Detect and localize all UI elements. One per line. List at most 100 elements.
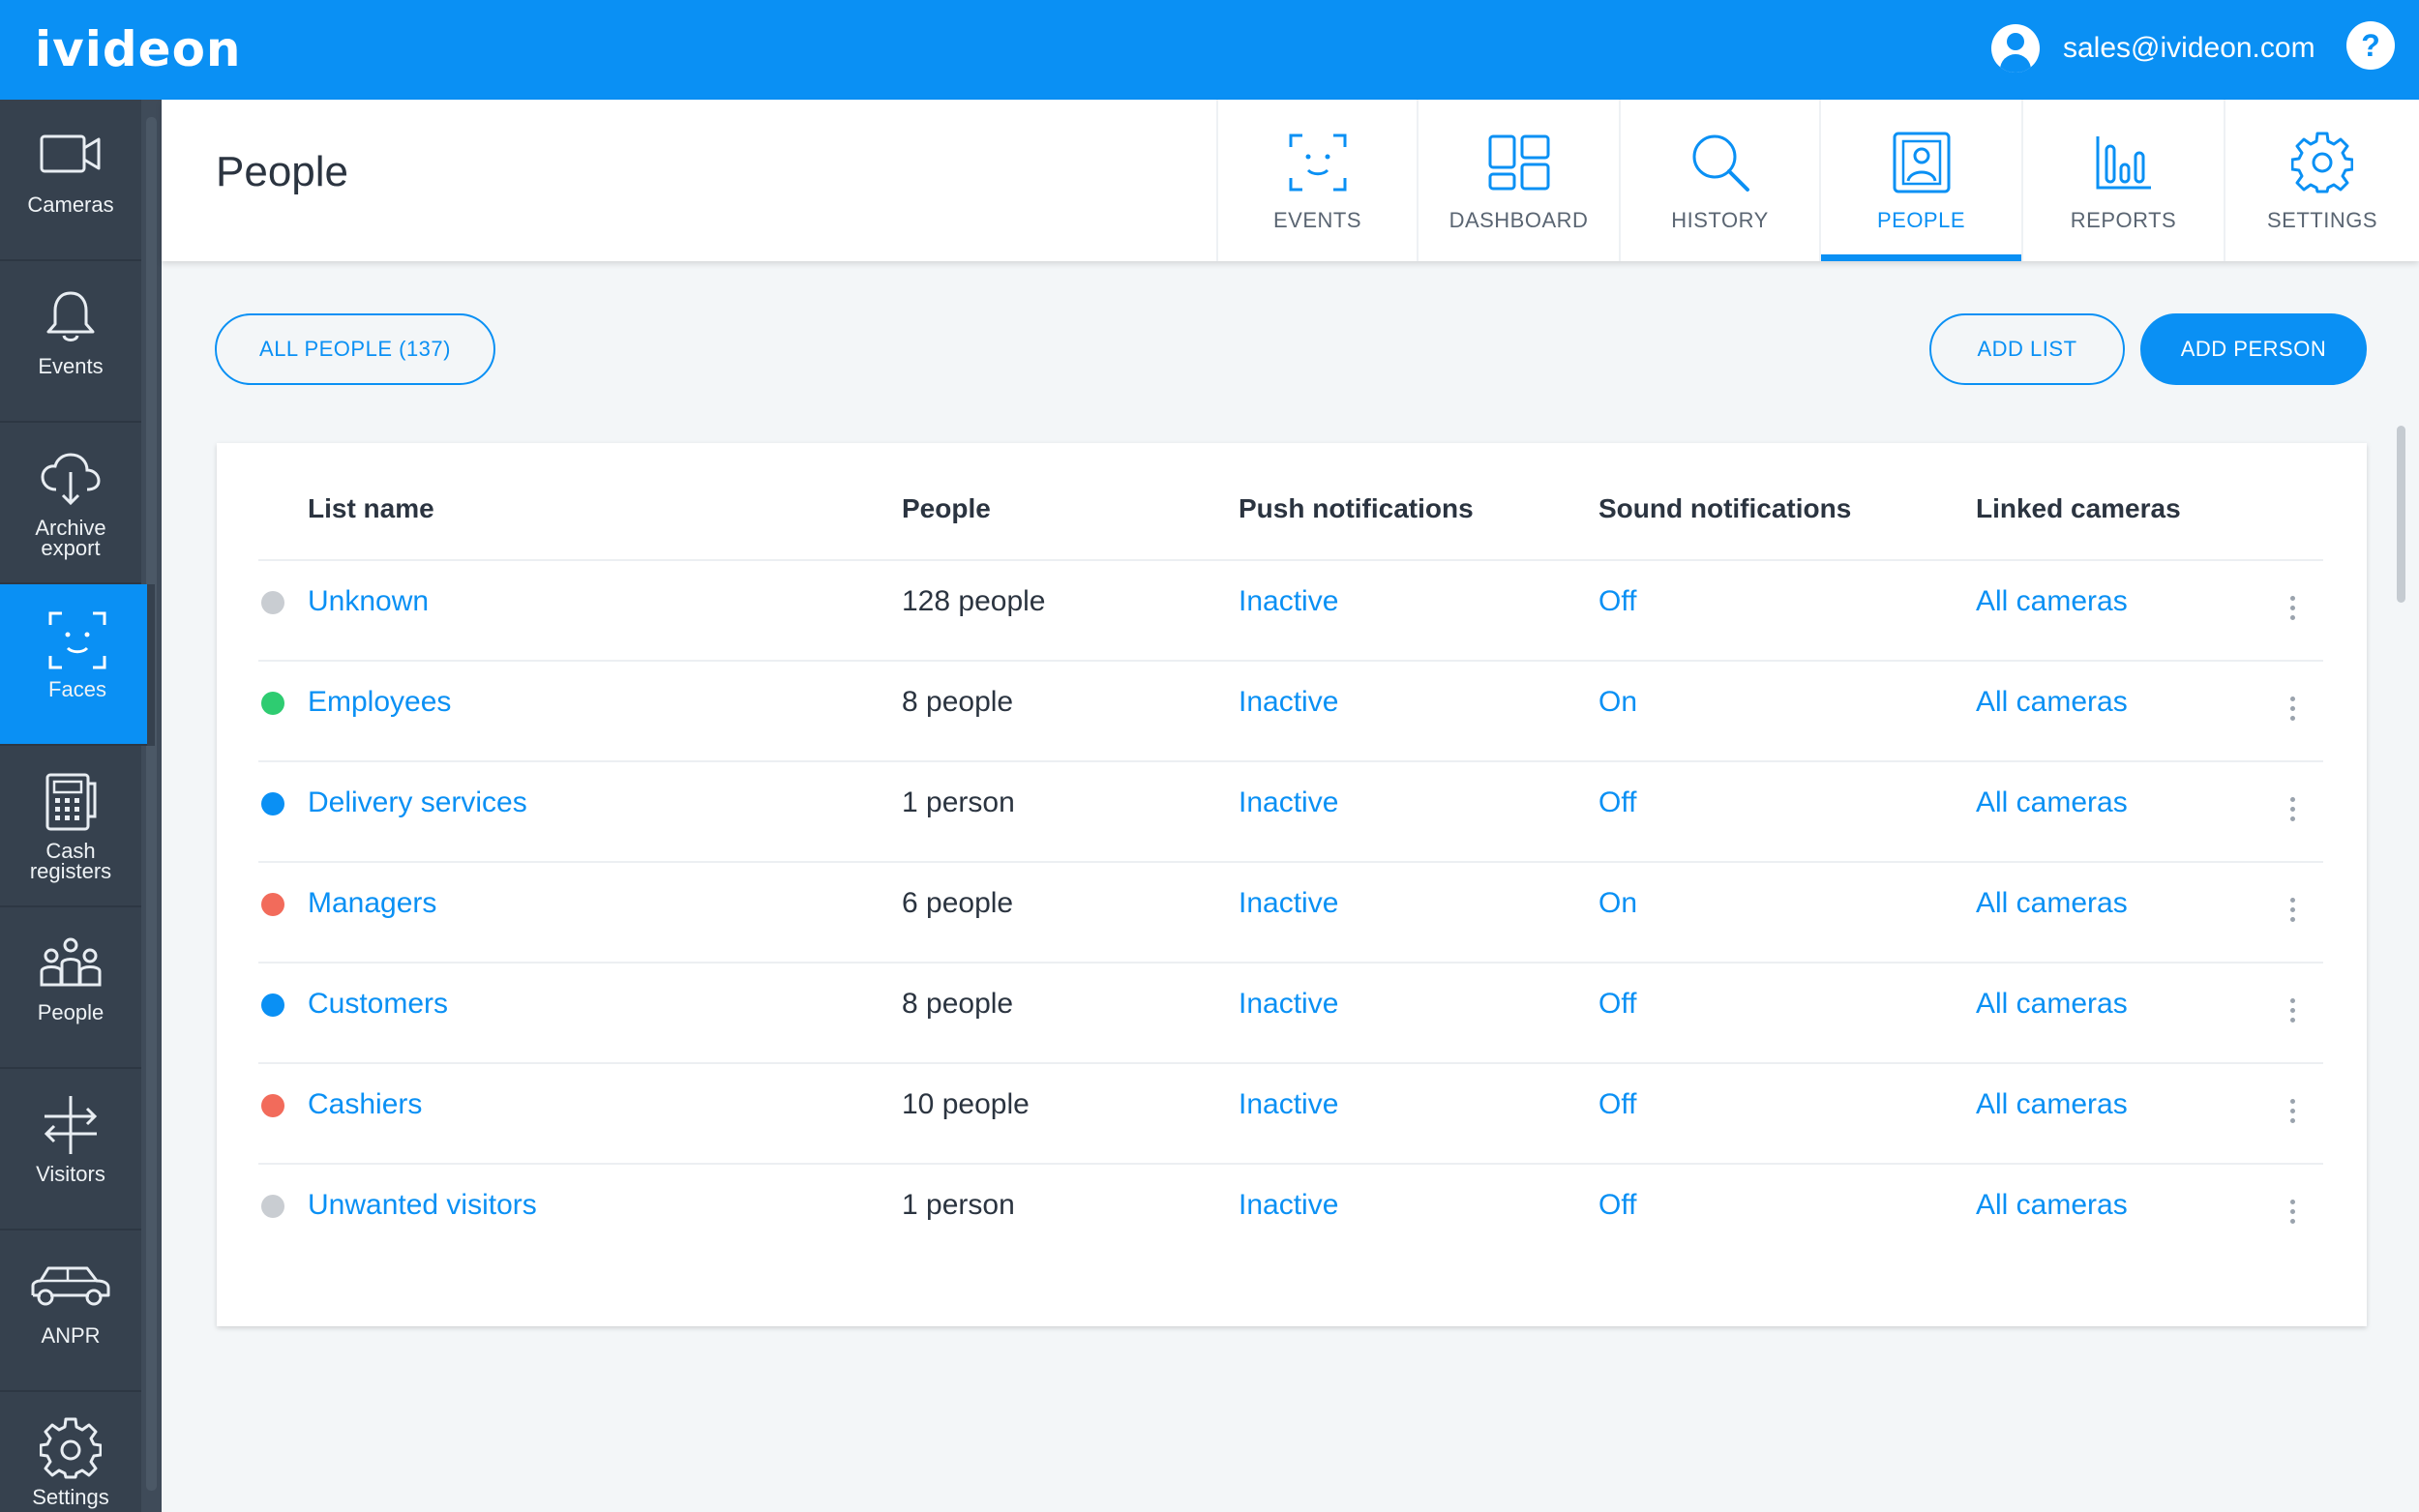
tab-label: REPORTS: [2070, 208, 2177, 232]
sound-notifications-link[interactable]: On: [1598, 686, 1637, 719]
push-notifications-link[interactable]: Inactive: [1239, 585, 1338, 618]
linked-cameras-link[interactable]: All cameras: [1976, 1088, 2128, 1121]
sound-notifications-link[interactable]: On: [1598, 887, 1637, 920]
sound-notifications-link[interactable]: Off: [1598, 786, 1636, 819]
row-more-icon[interactable]: [2283, 1099, 2302, 1126]
gear-icon: [2291, 129, 2353, 196]
ivideon-logo[interactable]: ivideon: [35, 21, 242, 77]
sidebar-item-label: People: [37, 1000, 105, 1024]
sound-notifications-link[interactable]: Off: [1598, 988, 1636, 1021]
list-name-link[interactable]: Managers: [308, 887, 436, 920]
sidebar-item-label: Cameras: [27, 193, 114, 217]
all-people-button[interactable]: ALL PEOPLE (137): [215, 313, 495, 385]
list-color-dot: [261, 792, 284, 815]
table-row[interactable]: Customers 8 people Inactive Off All cameras: [258, 962, 2323, 1062]
push-notifications-link[interactable]: Inactive: [1239, 786, 1338, 819]
table-row[interactable]: Delivery services 1 person Inactive Off All …: [258, 760, 2323, 861]
user-avatar-icon[interactable]: [1991, 24, 2040, 73]
lists-table: List name People Push notifications Soun…: [217, 443, 2367, 1326]
sound-notifications-link[interactable]: Off: [1598, 1189, 1636, 1222]
sidebar-item-cash-registers[interactable]: Cash registers: [0, 746, 141, 907]
sidebar-item-label: Cash registers: [29, 839, 112, 883]
person-card-icon: [1892, 129, 1952, 196]
column-header-list-name[interactable]: List name: [308, 493, 434, 524]
tab-settings[interactable]: SETTINGS: [2224, 100, 2419, 261]
tab-label: EVENTS: [1272, 208, 1362, 232]
table-row[interactable]: Managers 6 people Inactive On All cameras: [258, 861, 2323, 962]
tab-reports[interactable]: REPORTS: [2021, 100, 2224, 261]
tab-history[interactable]: HISTORY: [1619, 100, 1819, 261]
add-list-button[interactable]: ADD LIST: [1929, 313, 2125, 385]
list-name-link[interactable]: Unknown: [308, 585, 429, 618]
push-notifications-link[interactable]: Inactive: [1239, 1189, 1338, 1222]
table-row[interactable]: Employees 8 people Inactive On All cameras: [258, 660, 2323, 760]
tab-label: HISTORY: [1671, 208, 1769, 232]
row-more-icon[interactable]: [2283, 797, 2302, 824]
sidebar-scrollbar[interactable]: [141, 100, 162, 1512]
tab-dashboard[interactable]: DASHBOARD: [1417, 100, 1619, 261]
row-more-icon[interactable]: [2283, 898, 2302, 925]
row-more-icon[interactable]: [2283, 1200, 2302, 1227]
column-header-people[interactable]: People: [902, 493, 991, 524]
tab-label: PEOPLE: [1876, 208, 1966, 232]
sidebar-item-anpr[interactable]: ANPR: [0, 1230, 141, 1392]
push-notifications-link[interactable]: Inactive: [1239, 1088, 1338, 1121]
list-name-link[interactable]: Cashiers: [308, 1088, 422, 1121]
row-more-icon[interactable]: [2283, 998, 2302, 1025]
linked-cameras-link[interactable]: All cameras: [1976, 988, 2128, 1021]
list-name-link[interactable]: Customers: [308, 988, 448, 1021]
linked-cameras-link[interactable]: All cameras: [1976, 887, 2128, 920]
account-email[interactable]: sales@ivideon.com: [2063, 32, 2315, 65]
column-header-sound-notifications[interactable]: Sound notifications: [1598, 493, 1851, 524]
table-row[interactable]: Unknown 128 people Inactive Off All cameras: [258, 559, 2323, 660]
sidebar-item-label: Settings: [32, 1485, 109, 1509]
page-header: People EVENTS DASHBOARD HISTORY PEOPLE R…: [162, 100, 2419, 261]
tab-events[interactable]: EVENTS: [1216, 100, 1417, 261]
sidebar-item-people[interactable]: People: [0, 907, 141, 1069]
page-scrollbar[interactable]: [2397, 426, 2405, 603]
row-more-icon[interactable]: [2283, 596, 2302, 623]
linked-cameras-link[interactable]: All cameras: [1976, 686, 2128, 719]
linked-cameras-link[interactable]: All cameras: [1976, 786, 2128, 819]
sidebar-item-events[interactable]: Events: [0, 261, 141, 423]
people-icon: [37, 934, 105, 993]
list-color-dot: [261, 591, 284, 614]
dashboard-icon: [1487, 129, 1551, 196]
people-count: 8 people: [902, 686, 1014, 718]
list-name-link[interactable]: Employees: [308, 686, 451, 719]
push-notifications-link[interactable]: Inactive: [1239, 686, 1338, 719]
linked-cameras-link[interactable]: All cameras: [1976, 1189, 2128, 1222]
list-color-dot: [261, 1094, 284, 1117]
linked-cameras-link[interactable]: All cameras: [1976, 585, 2128, 618]
cloud-download-icon: [39, 450, 103, 508]
sidebar-item-cameras[interactable]: Cameras: [0, 100, 141, 261]
column-header-linked-cameras[interactable]: Linked cameras: [1976, 493, 2181, 524]
sidebar-item-settings[interactable]: Settings: [0, 1392, 141, 1512]
face-icon: [46, 611, 108, 669]
help-icon[interactable]: ?: [2346, 21, 2395, 70]
sidebar-item-archive-export[interactable]: Archive export: [0, 423, 141, 584]
list-name-link[interactable]: Delivery services: [308, 786, 527, 819]
column-header-push-notifications[interactable]: Push notifications: [1239, 493, 1474, 524]
sound-notifications-link[interactable]: Off: [1598, 585, 1636, 618]
top-bar: ivideon sales@ivideon.com ?: [0, 0, 2419, 100]
car-icon: [29, 1258, 112, 1316]
table-row[interactable]: Cashiers 10 people Inactive Off All cameras: [258, 1062, 2323, 1163]
sidebar-item-label: Events: [38, 354, 104, 378]
list-name-link[interactable]: Unwanted visitors: [308, 1189, 537, 1222]
add-person-button[interactable]: ADD PERSON: [2140, 313, 2367, 385]
tab-label: SETTINGS: [2266, 208, 2377, 232]
sound-notifications-link[interactable]: Off: [1598, 1088, 1636, 1121]
account-menu[interactable]: sales@ivideon.com: [1991, 23, 2315, 74]
tab-people[interactable]: PEOPLE: [1819, 100, 2021, 261]
people-count: 1 person: [902, 1189, 1015, 1221]
people-count: 128 people: [902, 585, 1046, 617]
row-more-icon[interactable]: [2283, 697, 2302, 724]
push-notifications-link[interactable]: Inactive: [1239, 988, 1338, 1021]
cash-register-icon: [43, 773, 99, 831]
table-row[interactable]: Unwanted visitors 1 person Inactive Off All …: [258, 1163, 2323, 1263]
sidebar-item-faces[interactable]: Faces: [0, 584, 155, 746]
sidebar-item-visitors[interactable]: Visitors: [0, 1069, 141, 1230]
push-notifications-link[interactable]: Inactive: [1239, 887, 1338, 920]
sidebar-item-label: Archive export: [35, 516, 106, 560]
